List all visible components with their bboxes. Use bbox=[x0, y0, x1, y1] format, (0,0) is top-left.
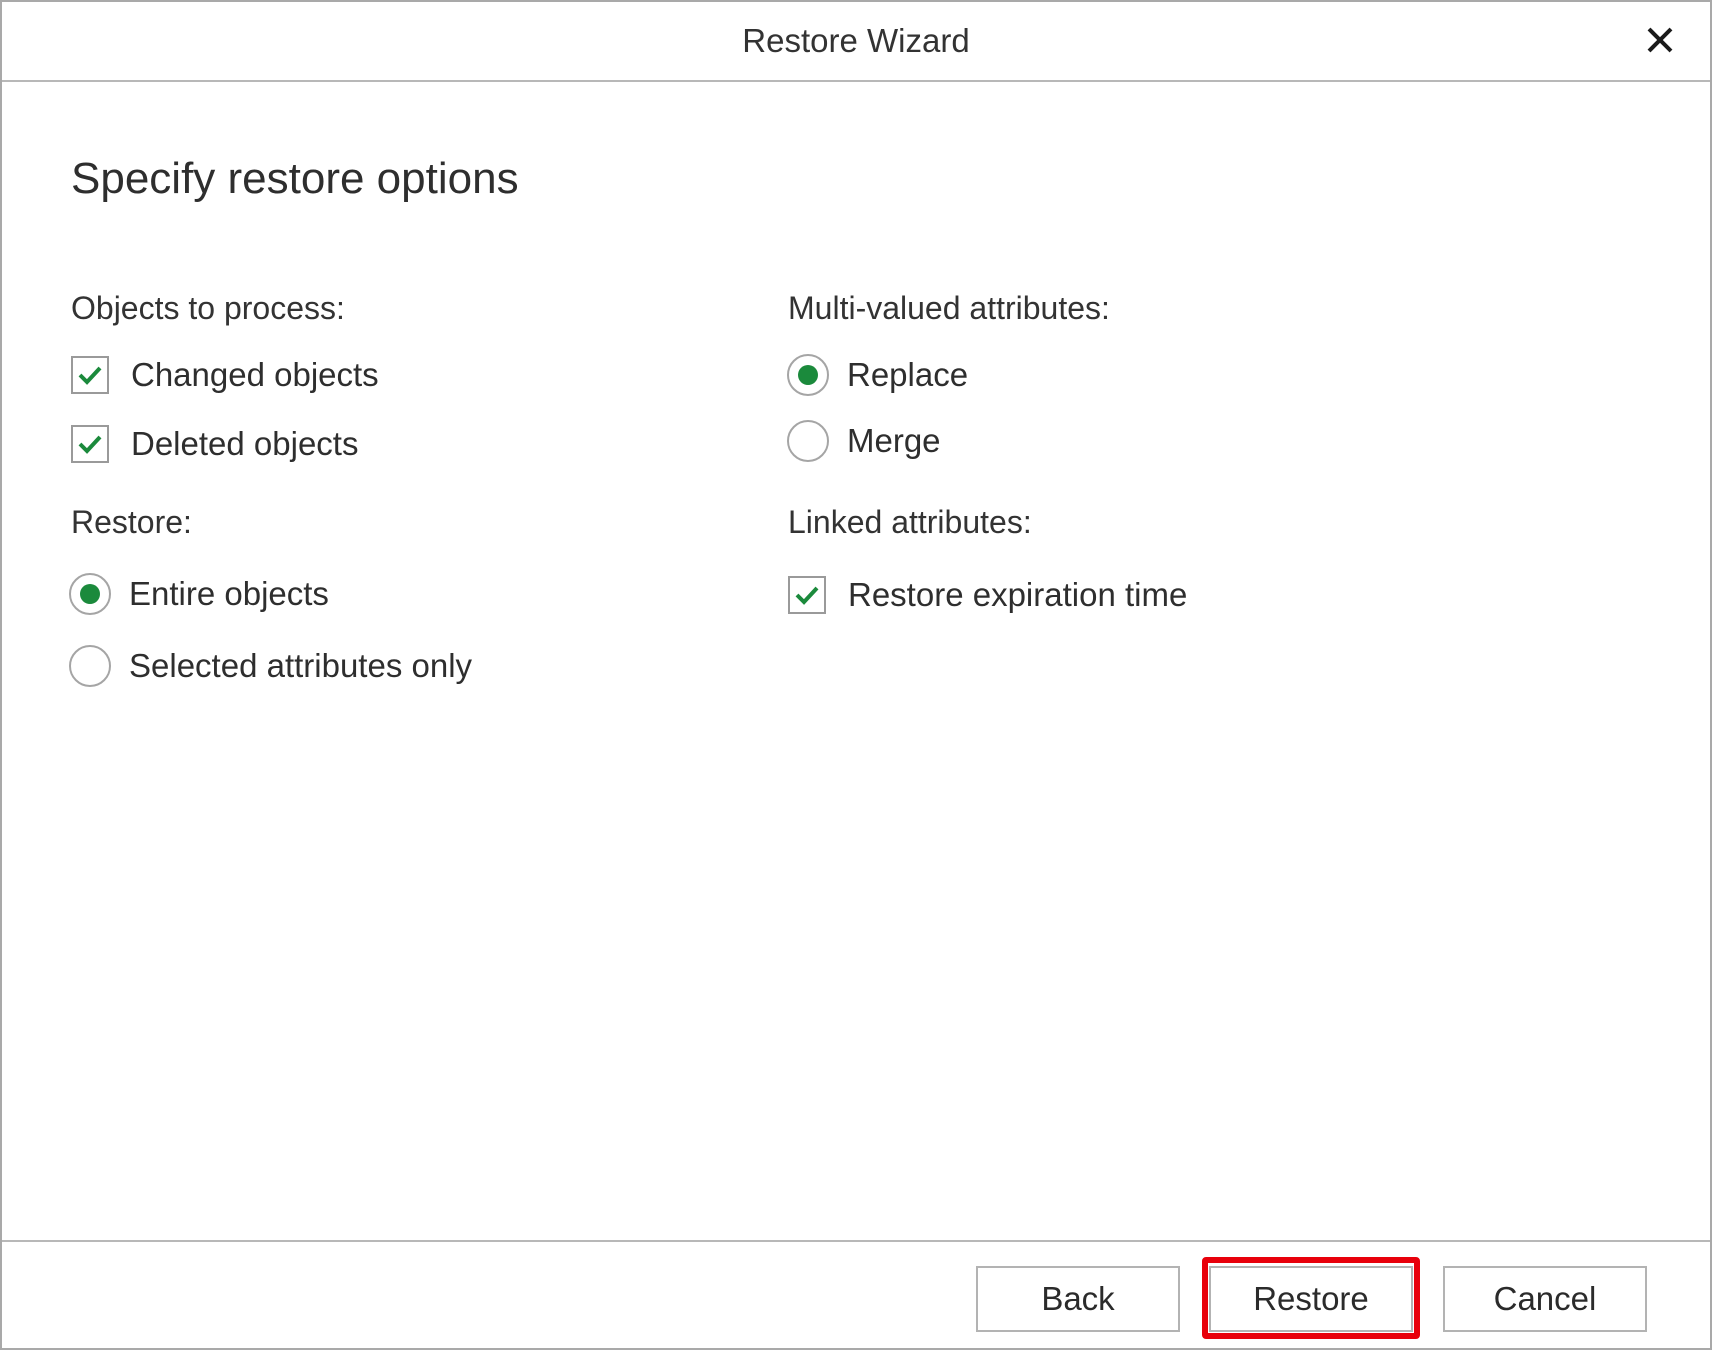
replace-label: Replace bbox=[847, 356, 969, 393]
radio-unselected-icon bbox=[787, 420, 829, 462]
restore-button[interactable]: Restore bbox=[1209, 1266, 1413, 1332]
close-icon bbox=[1647, 27, 1673, 53]
checkbox-checked-icon bbox=[71, 425, 109, 463]
merge-label: Merge bbox=[847, 422, 941, 459]
deleted-objects-label: Deleted objects bbox=[131, 425, 359, 462]
radio-unselected-icon bbox=[69, 645, 111, 687]
window-title: Restore Wizard bbox=[742, 22, 970, 59]
changed-objects-checkbox[interactable]: Changed objects bbox=[71, 356, 379, 394]
merge-radio[interactable]: Merge bbox=[787, 420, 941, 462]
restore-label: Restore: bbox=[71, 504, 192, 540]
close-button[interactable] bbox=[1636, 16, 1684, 64]
objects-to-process-label: Objects to process: bbox=[71, 290, 345, 326]
entire-objects-label: Entire objects bbox=[129, 575, 329, 612]
checkbox-checked-icon bbox=[788, 576, 826, 614]
checkbox-checked-icon bbox=[71, 356, 109, 394]
selected-attributes-only-radio[interactable]: Selected attributes only bbox=[69, 645, 472, 687]
restore-wizard-window: Restore Wizard Specify restore options O… bbox=[0, 0, 1712, 1350]
replace-radio[interactable]: Replace bbox=[787, 354, 968, 396]
deleted-objects-checkbox[interactable]: Deleted objects bbox=[71, 425, 358, 463]
changed-objects-label: Changed objects bbox=[131, 356, 379, 393]
title-bar: Restore Wizard bbox=[2, 2, 1710, 82]
restore-expiration-time-checkbox[interactable]: Restore expiration time bbox=[788, 576, 1187, 614]
radio-selected-icon bbox=[69, 573, 111, 615]
selected-attributes-only-label: Selected attributes only bbox=[129, 647, 473, 684]
restore-expiration-time-label: Restore expiration time bbox=[848, 576, 1188, 613]
page-heading: Specify restore options bbox=[71, 154, 519, 203]
entire-objects-radio[interactable]: Entire objects bbox=[69, 573, 329, 615]
linked-attributes-label: Linked attributes: bbox=[788, 504, 1032, 540]
multi-valued-attributes-label: Multi-valued attributes: bbox=[788, 290, 1110, 326]
cancel-button[interactable]: Cancel bbox=[1443, 1266, 1647, 1332]
back-button[interactable]: Back bbox=[976, 1266, 1180, 1332]
radio-selected-icon bbox=[787, 354, 829, 396]
